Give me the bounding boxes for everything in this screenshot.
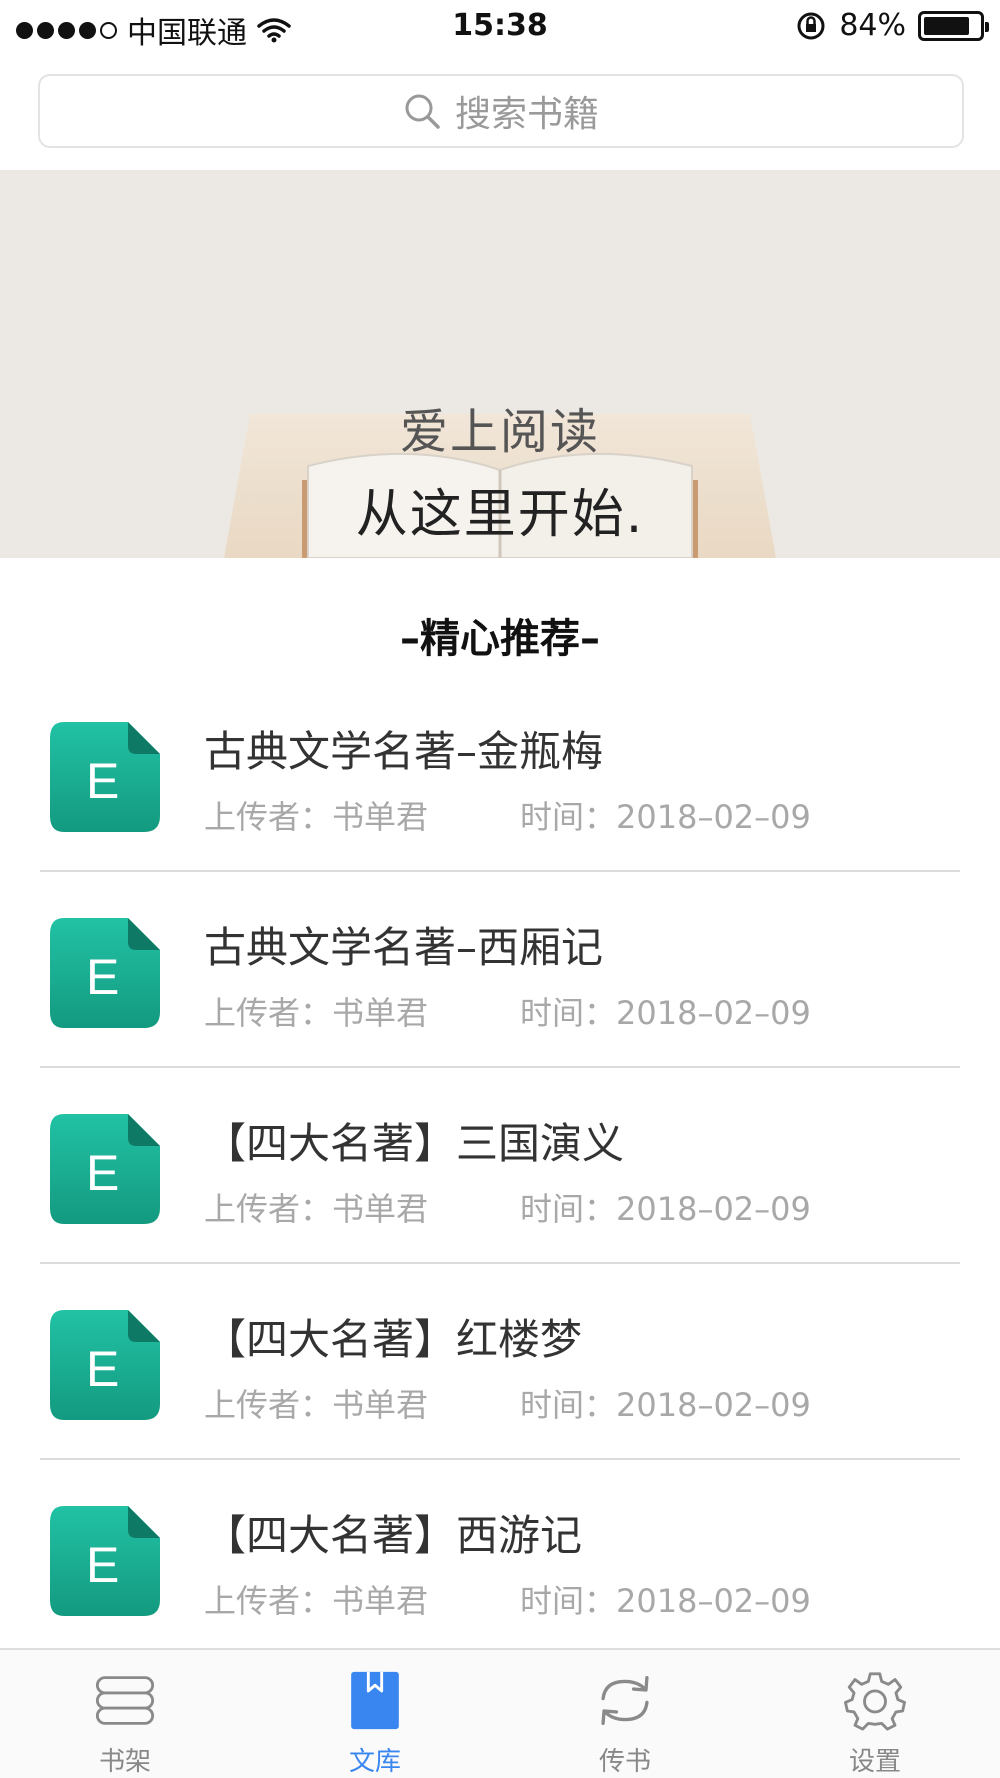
book-upload-time: 时间：2018–02–09 xyxy=(520,798,811,836)
epub-file-icon: E xyxy=(50,722,160,832)
book-title: 【四大名著】西游记 xyxy=(204,1511,583,1560)
settings-gear-icon xyxy=(844,1672,906,1731)
tab-transfer[interactable]: 传书 xyxy=(500,1650,750,1778)
tab-label: 书架 xyxy=(98,1747,151,1777)
svg-text:E: E xyxy=(86,753,119,809)
epub-file-icon: E xyxy=(50,918,160,1028)
list-item[interactable]: E 古典文学名著–金瓶梅 上传者：书单君 时间：2018–02–09 xyxy=(0,676,1000,872)
svg-text:E: E xyxy=(86,1145,119,1201)
list-item[interactable]: E 【四大名著】三国演义 上传者：书单君 时间：2018–02–09 xyxy=(0,1068,1000,1264)
library-icon xyxy=(351,1671,399,1730)
section-title: –精心推荐– xyxy=(400,616,600,662)
book-uploader: 上传者：书单君 xyxy=(204,1190,429,1228)
battery-icon xyxy=(918,10,989,41)
tab-bar: 书架 文库 传书 设置 xyxy=(0,1648,1000,1778)
tab-label: 文库 xyxy=(348,1747,401,1777)
epub-file-icon: E xyxy=(50,1310,160,1420)
search-placeholder: 搜索书籍 xyxy=(454,94,599,135)
book-upload-time: 时间：2018–02–09 xyxy=(520,1190,811,1228)
list-item[interactable]: E 【四大名著】红楼梦 上传者：书单君 时间：2018–02–09 xyxy=(0,1264,1000,1460)
book-uploader: 上传者：书单君 xyxy=(204,994,429,1032)
svg-text:E: E xyxy=(86,1341,119,1397)
svg-text:E: E xyxy=(86,1537,119,1593)
banner-headline: 爱上阅读 xyxy=(399,404,600,460)
tab-label: 传书 xyxy=(598,1747,651,1777)
book-uploader: 上传者：书单君 xyxy=(204,1386,429,1424)
book-title: 古典文学名著–金瓶梅 xyxy=(204,727,604,776)
tab-bookshelf[interactable]: 书架 xyxy=(0,1650,250,1778)
list-item[interactable]: E 古典文学名著–西厢记 上传者：书单君 时间：2018–02–09 xyxy=(0,872,1000,1068)
epub-file-icon: E xyxy=(50,1506,160,1616)
bookshelf-icon xyxy=(95,1676,155,1725)
book-uploader: 上传者：书单君 xyxy=(204,798,429,836)
book-upload-time: 时间：2018–02–09 xyxy=(520,994,811,1032)
svg-text:E: E xyxy=(86,949,119,1005)
tab-settings[interactable]: 设置 xyxy=(750,1650,1000,1778)
book-upload-time: 时间：2018–02–09 xyxy=(520,1582,811,1620)
status-right: 84% xyxy=(795,8,989,43)
list-item[interactable]: E 【四大名著】西游记 上传者：书单君 时间：2018–02–09 xyxy=(0,1460,1000,1656)
banner[interactable]: 爱上阅读 从这里开始. xyxy=(0,170,1000,558)
book-uploader: 上传者：书单君 xyxy=(204,1582,429,1620)
transfer-icon xyxy=(601,1675,649,1726)
book-title: 古典文学名著–西厢记 xyxy=(204,923,604,972)
tab-library[interactable]: 文库 xyxy=(250,1650,500,1778)
book-upload-time: 时间：2018–02–09 xyxy=(520,1386,811,1424)
epub-file-icon: E xyxy=(50,1114,160,1224)
book-title: 【四大名著】红楼梦 xyxy=(204,1315,583,1364)
book-list: E 古典文学名著–金瓶梅 上传者：书单君 时间：2018–02–09 E 古典文… xyxy=(0,676,1000,1656)
book-title: 【四大名著】三国演义 xyxy=(204,1119,625,1168)
rotation-lock-icon xyxy=(797,12,825,39)
battery-percent: 84% xyxy=(839,8,906,43)
search-input[interactable]: 搜索书籍 xyxy=(38,74,964,148)
banner-subheadline: 从这里开始. xyxy=(355,485,645,545)
search-icon xyxy=(405,94,440,129)
status-bar: 中国联通 15:38 84% xyxy=(0,0,1000,56)
battery-level xyxy=(924,16,970,35)
tab-label: 设置 xyxy=(848,1747,901,1777)
